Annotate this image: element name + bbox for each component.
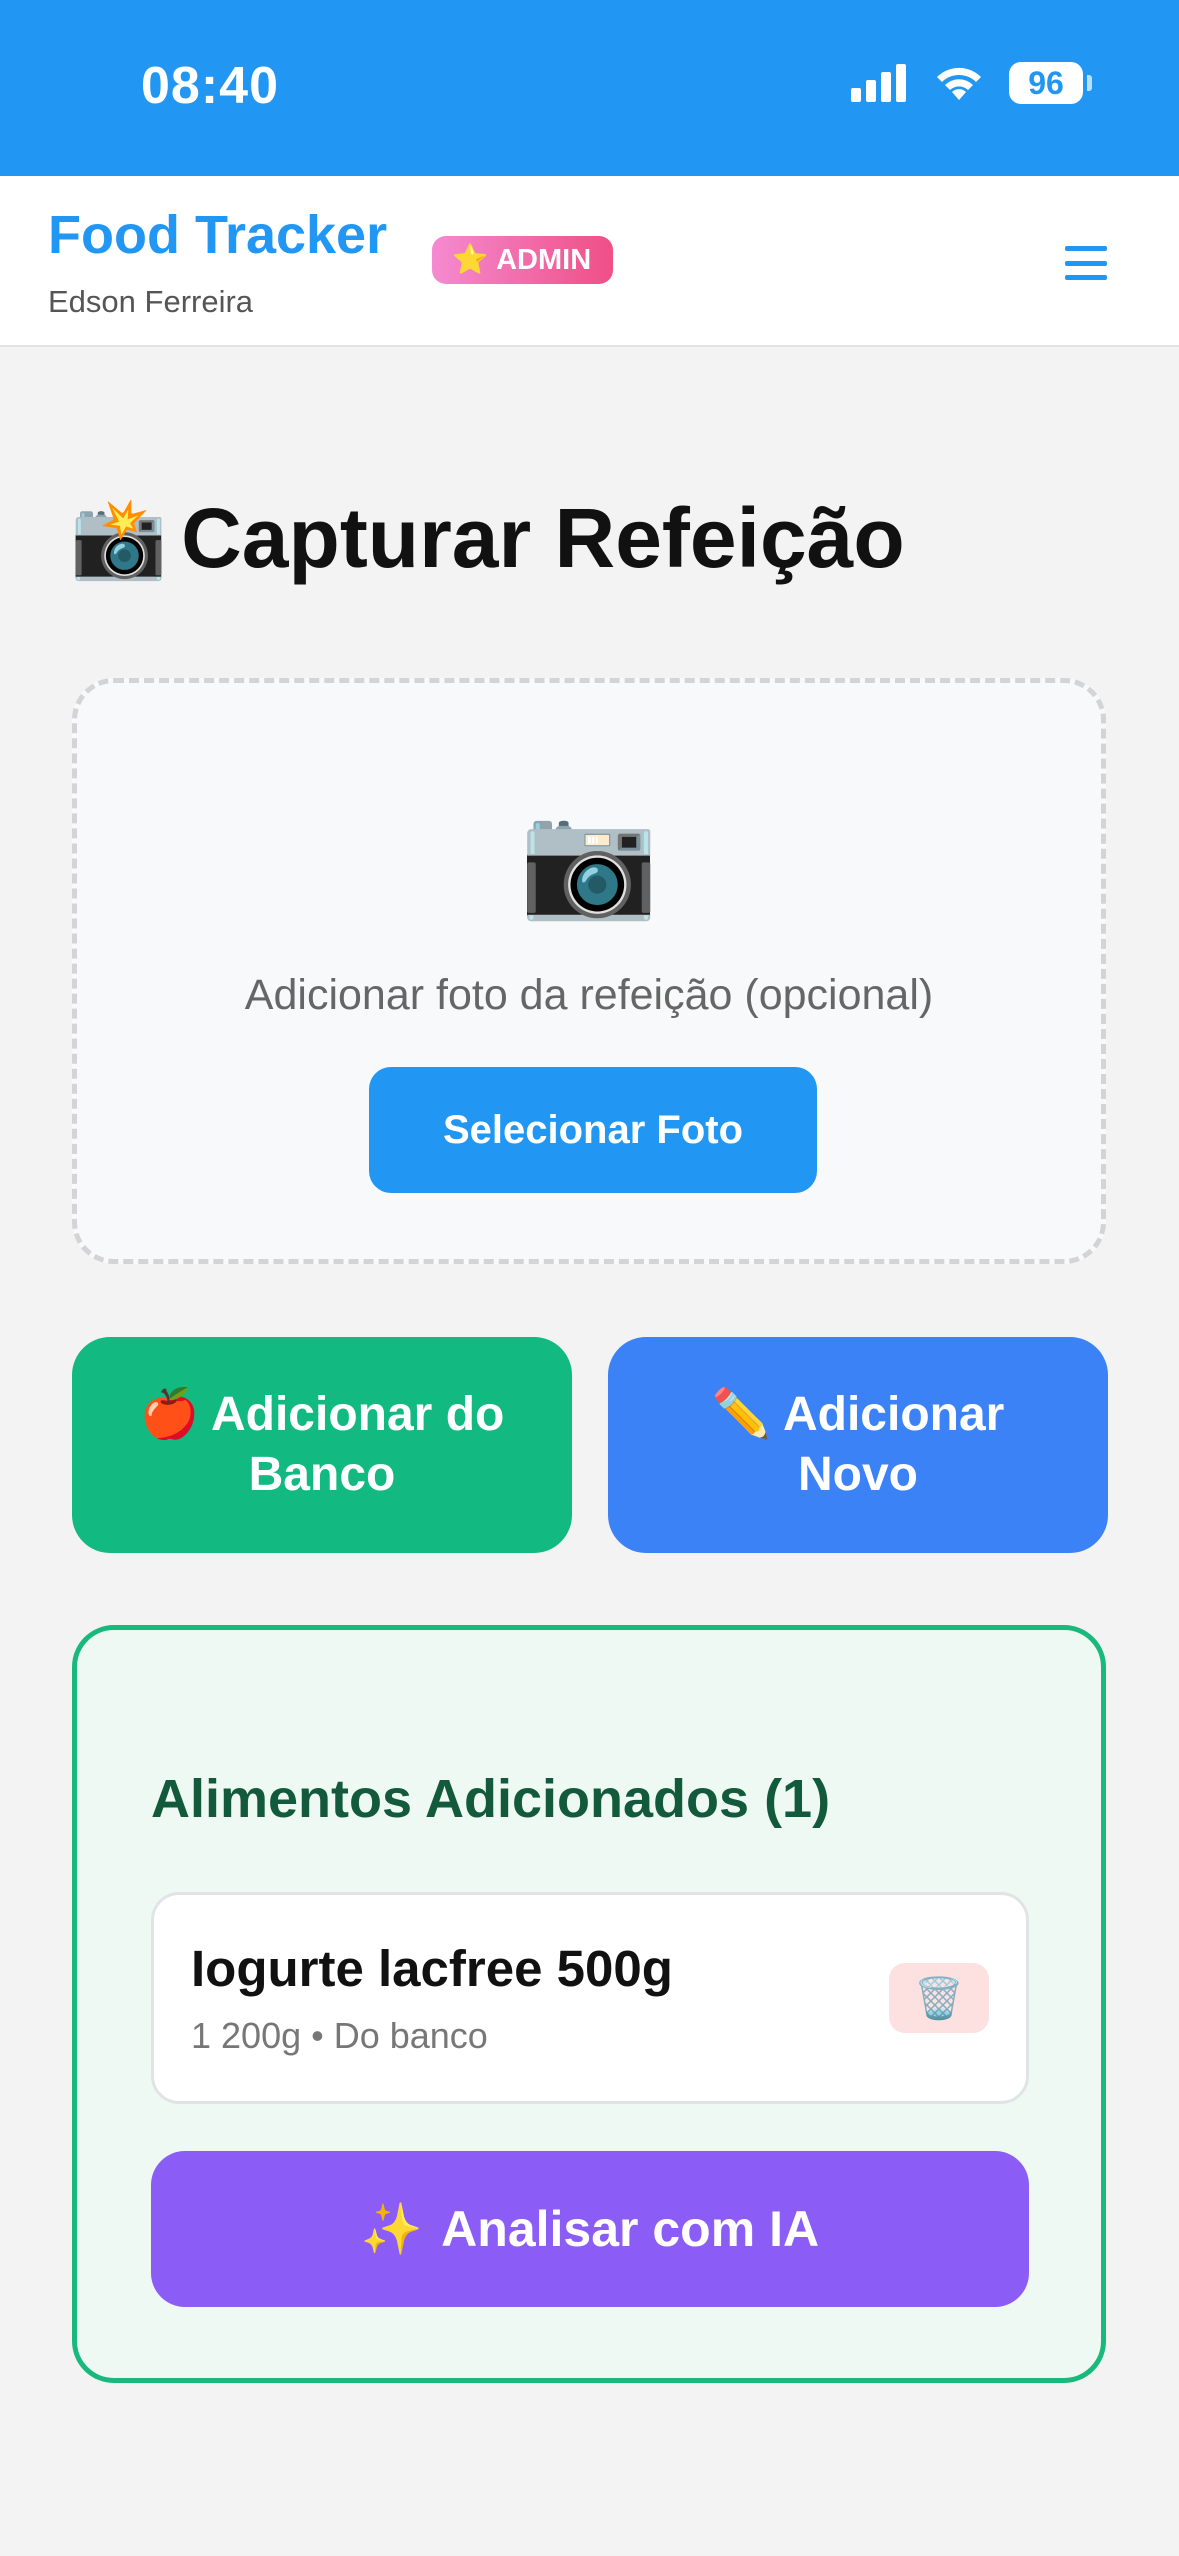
photo-upload-area[interactable]: 📷 Adicionar foto da refeição (opcional) … — [72, 678, 1106, 1264]
food-name: Iogurte lacfree 500g — [191, 1940, 673, 1997]
page-title: 📸 Capturar Refeição — [70, 490, 905, 587]
trash-icon: 🗑️ — [914, 1976, 964, 2021]
status-time: 08:40 — [141, 57, 279, 115]
user-name: Edson Ferreira — [48, 284, 254, 319]
upload-hint: Adicionar foto da refeição (opcional) — [244, 971, 934, 1019]
battery-indicator: 96 — [1009, 62, 1092, 104]
camera-icon: 📷 — [519, 797, 659, 922]
delete-food-button[interactable]: 🗑️ — [889, 1963, 989, 2033]
analyze-with-ai-label: Analisar com IA — [441, 2201, 820, 2257]
page-title-text: Capturar Refeição — [181, 491, 905, 585]
hamburger-menu-icon[interactable] — [1065, 246, 1107, 280]
select-photo-button[interactable]: Selecionar Foto — [369, 1067, 817, 1193]
app-header: Food Tracker ⭐ ADMIN Edson Ferreira — [0, 176, 1179, 347]
added-foods-title: Alimentos Adicionados (1) — [151, 1769, 831, 1829]
pencil-icon: ✏️ — [711, 1388, 772, 1441]
wifi-icon — [937, 67, 981, 100]
analyze-with-ai-button[interactable]: ✨ Analisar com IA — [151, 2151, 1029, 2307]
status-bar: 08:40 96 — [0, 0, 1179, 176]
status-icons: 96 — [851, 62, 1092, 104]
food-meta: 1 200g • Do banco — [191, 2015, 488, 2056]
add-new-label: Adicionar Novo — [782, 1388, 1005, 1501]
add-new-button[interactable]: ✏️ Adicionar Novo — [608, 1337, 1108, 1553]
apple-icon: 🍎 — [139, 1388, 200, 1441]
add-from-database-label: Adicionar do Banco — [210, 1388, 505, 1501]
add-from-database-button[interactable]: 🍎 Adicionar do Banco — [72, 1337, 572, 1553]
added-foods-section: Alimentos Adicionados (1) Iogurte lacfre… — [72, 1625, 1106, 2383]
sparkles-icon: ✨ — [360, 2200, 424, 2257]
admin-badge-label: ADMIN — [496, 243, 592, 276]
star-icon: ⭐ — [452, 244, 489, 276]
app-title: Food Tracker — [48, 205, 388, 265]
admin-badge: ⭐ ADMIN — [432, 236, 614, 284]
food-list-item: Iogurte lacfree 500g 1 200g • Do banco 🗑… — [151, 1892, 1029, 2104]
signal-bars-icon — [851, 64, 906, 102]
camera-flash-icon: 📸 — [70, 493, 168, 582]
